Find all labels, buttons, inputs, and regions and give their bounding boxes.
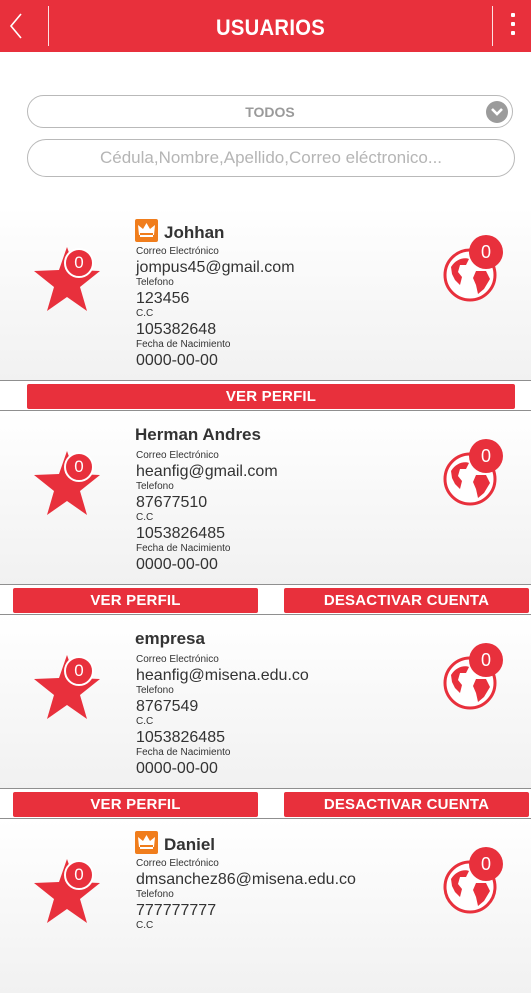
phone-label: Telefono <box>136 889 174 900</box>
back-button[interactable] <box>0 0 48 52</box>
user-cc: 1053826485 <box>136 729 225 746</box>
user-filter-select[interactable]: TODOS <box>27 95 513 128</box>
view-profile-button[interactable]: VER PERFIL <box>27 384 515 409</box>
user-name: Herman Andres <box>135 425 261 445</box>
globe-count-badge: 0 <box>469 643 503 677</box>
header-divider <box>48 6 49 46</box>
search-input[interactable] <box>27 139 515 177</box>
user-birth: 0000-00-00 <box>136 556 218 573</box>
crown-icon <box>135 219 158 242</box>
user-cc: 1053826485 <box>136 525 225 542</box>
user-card: 0 empresa Correo Electrónico heanfig@mis… <box>0 615 531 789</box>
view-profile-button[interactable]: VER PERFIL <box>13 588 258 613</box>
user-details: Correo Electrónico dmsanchez86@misena.ed… <box>136 859 356 931</box>
rating-star[interactable]: 0 <box>32 653 104 725</box>
cc-label: C.C <box>136 308 154 319</box>
user-card: 0 Johhan Correo Electrónico jompus45@gma… <box>0 207 531 381</box>
email-label: Correo Electrónico <box>136 246 219 257</box>
overflow-menu-button[interactable] <box>493 0 531 52</box>
globe-count-badge: 0 <box>469 235 503 269</box>
card-actions: VER PERFIL <box>0 381 531 411</box>
page-title: USUARIOS <box>215 15 326 40</box>
email-label: Correo Electrónico <box>136 654 219 665</box>
globe-count-badge: 0 <box>469 439 503 473</box>
user-email: heanfig@gmail.com <box>136 463 278 480</box>
birth-label: Fecha de Nacimiento <box>136 747 231 758</box>
cc-label: C.C <box>136 512 154 523</box>
phone-label: Telefono <box>136 481 174 492</box>
globe-count-badge: 0 <box>469 847 503 881</box>
user-name-text: Herman Andres <box>135 425 261 444</box>
globe-button[interactable]: 0 <box>442 235 510 307</box>
kebab-dot-icon <box>511 31 515 35</box>
chevron-down-icon <box>486 101 508 123</box>
globe-button[interactable]: 0 <box>442 643 510 715</box>
globe-button[interactable]: 0 <box>442 847 510 919</box>
user-name-text: Daniel <box>164 835 216 854</box>
user-phone: 123456 <box>136 290 190 307</box>
user-email: jompus45@gmail.com <box>136 259 295 276</box>
cc-label: C.C <box>136 920 154 931</box>
globe-button[interactable]: 0 <box>442 439 510 511</box>
star-count-badge: 0 <box>64 656 94 686</box>
user-name-text: Johhan <box>164 223 225 242</box>
star-count-badge: 0 <box>64 452 94 482</box>
deactivate-account-button[interactable]: DESACTIVAR CUENTA <box>284 792 529 817</box>
card-actions: VER PERFIL DESACTIVAR CUENTA <box>0 585 531 615</box>
user-name: Johhan <box>135 219 224 243</box>
star-count-badge: 0 <box>64 860 94 890</box>
rating-star[interactable]: 0 <box>32 857 104 929</box>
card-actions: VER PERFIL DESACTIVAR CUENTA <box>0 789 531 819</box>
user-name: empresa <box>135 629 205 649</box>
kebab-dot-icon <box>511 13 515 17</box>
view-profile-button[interactable]: VER PERFIL <box>13 792 258 817</box>
birth-label: Fecha de Nacimiento <box>136 339 231 350</box>
star-count-badge: 0 <box>64 248 94 278</box>
crown-icon <box>135 831 158 854</box>
user-details: Correo Electrónico heanfig@misena.edu.co… <box>136 655 309 779</box>
rating-star[interactable]: 0 <box>32 449 104 521</box>
user-email: heanfig@misena.edu.co <box>136 667 309 684</box>
user-card: 0 Daniel Correo Electrónico dmsanchez86@… <box>0 819 531 993</box>
deactivate-account-button[interactable]: DESACTIVAR CUENTA <box>284 588 529 613</box>
kebab-dot-icon <box>511 22 515 26</box>
email-label: Correo Electrónico <box>136 858 219 869</box>
user-birth: 0000-00-00 <box>136 760 218 777</box>
user-email: dmsanchez86@misena.edu.co <box>136 871 356 888</box>
chevron-left-icon <box>9 13 22 39</box>
filter-selected-value: TODOS <box>245 104 295 120</box>
cc-label: C.C <box>136 716 154 727</box>
user-phone: 87677510 <box>136 494 208 511</box>
user-phone: 8767549 <box>136 698 199 715</box>
user-details: Correo Electrónico jompus45@gmail.com Te… <box>136 247 295 371</box>
user-birth: 0000-00-00 <box>136 352 218 369</box>
email-label: Correo Electrónico <box>136 450 219 461</box>
rating-star[interactable]: 0 <box>32 245 104 317</box>
phone-label: Telefono <box>136 685 174 696</box>
user-details: Correo Electrónico heanfig@gmail.com Tel… <box>136 451 278 575</box>
user-cc: 105382648 <box>136 321 217 338</box>
user-phone: 777777777 <box>136 902 217 919</box>
app-header: USUARIOS <box>0 0 531 52</box>
user-name: Daniel <box>135 831 215 855</box>
birth-label: Fecha de Nacimiento <box>136 543 231 554</box>
user-card: 0 Herman Andres Correo Electrónico heanf… <box>0 411 531 585</box>
user-name-text: empresa <box>135 629 205 648</box>
phone-label: Telefono <box>136 277 174 288</box>
